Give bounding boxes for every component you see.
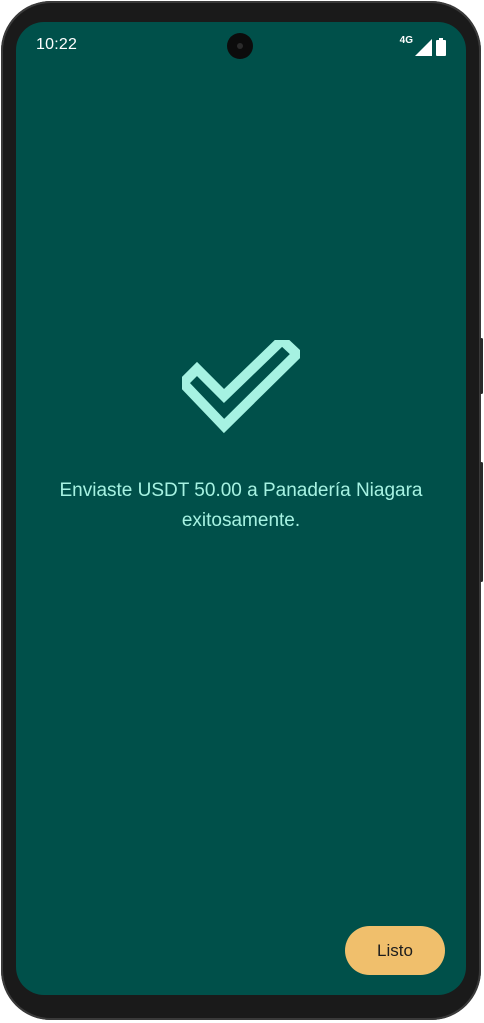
gesture-nav-bar[interactable] (191, 982, 291, 986)
done-button[interactable]: Listo (345, 926, 445, 975)
success-message: Enviaste USDT 50.00 a Panadería Niagara … (59, 480, 423, 531)
status-bar: 10:22 4G (16, 22, 466, 68)
volume-button (480, 462, 483, 582)
network-type-label: 4G (399, 35, 413, 46)
power-button (480, 338, 483, 394)
app-screen: 10:22 4G Enviaste USDT 50.00 a Panadería… (16, 22, 466, 995)
battery-icon (436, 38, 446, 56)
front-camera (227, 33, 253, 59)
signal-icon (415, 39, 432, 56)
checkmark-icon (176, 333, 305, 434)
status-icons: 4G (400, 36, 446, 56)
status-time: 10:22 (36, 36, 78, 53)
